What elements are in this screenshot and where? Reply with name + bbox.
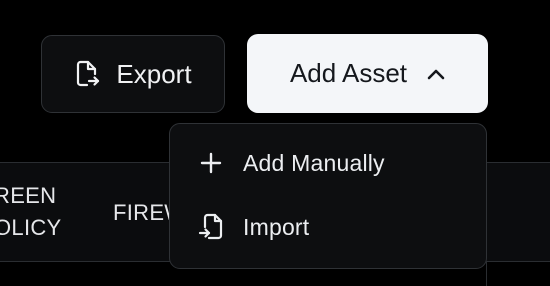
file-export-icon (74, 60, 100, 88)
screen: REEN OLICY FIREW Export Add Asset Add Ma… (0, 0, 550, 286)
column-header-screen-policy-line1: REEN OLICY (0, 183, 62, 240)
menu-item-add-manually-label: Add Manually (243, 149, 385, 176)
plus-icon (198, 150, 224, 176)
add-asset-button[interactable]: Add Asset (247, 34, 488, 113)
add-asset-button-label: Add Asset (289, 58, 408, 88)
menu-item-import-label: Import (243, 213, 310, 240)
chevron-up-icon (427, 68, 445, 80)
table-divider (486, 262, 487, 286)
menu-item-add-manually[interactable]: Add Manually (170, 131, 486, 195)
add-asset-menu: Add Manually Import (169, 123, 487, 269)
file-import-icon (198, 213, 224, 240)
menu-item-import[interactable]: Import (170, 195, 486, 259)
column-header-screen-policy[interactable]: REEN OLICY (0, 180, 62, 244)
export-button-label: Export (116, 58, 192, 89)
export-button[interactable]: Export (41, 35, 225, 113)
